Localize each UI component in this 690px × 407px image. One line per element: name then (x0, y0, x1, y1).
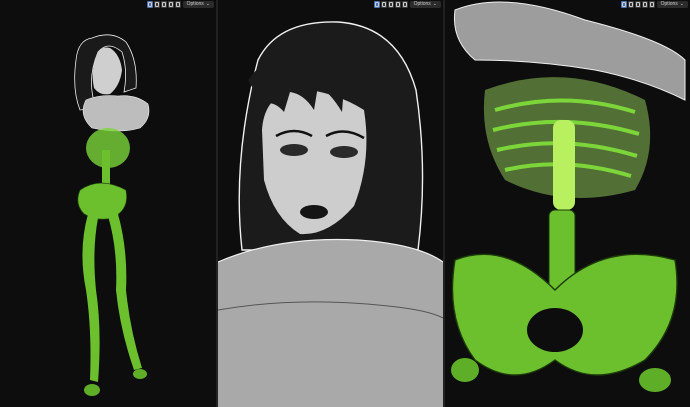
select-extend-icon[interactable] (627, 1, 634, 8)
scene-render-skeleton-closeup (451, 1, 686, 392)
select-subtract-icon[interactable] (160, 1, 167, 8)
scene-render-portrait (218, 21, 443, 407)
selection-mode-group (146, 1, 181, 8)
select-intersect-icon[interactable] (401, 1, 408, 8)
selection-mode-group (620, 1, 655, 8)
options-label: Options (660, 1, 678, 7)
chevron-down-icon: ⌄ (432, 1, 437, 7)
options-dropdown[interactable]: Options ⌄ (409, 1, 441, 8)
viewport-header: Options ⌄ (218, 0, 443, 9)
options-dropdown[interactable]: Options ⌄ (182, 1, 214, 8)
select-extend-icon[interactable] (380, 1, 387, 8)
select-intersect-icon[interactable] (648, 1, 655, 8)
select-extend-icon[interactable] (153, 1, 160, 8)
selection-mode-group (373, 1, 408, 8)
select-box-icon[interactable] (146, 1, 153, 8)
select-invert-icon[interactable] (394, 1, 401, 8)
options-dropdown[interactable]: Options ⌄ (656, 1, 688, 8)
options-label: Options (413, 1, 431, 7)
select-subtract-icon[interactable] (387, 1, 394, 8)
select-subtract-icon[interactable] (634, 1, 641, 8)
select-invert-icon[interactable] (167, 1, 174, 8)
options-label: Options (186, 1, 204, 7)
scene-render-full-body (74, 34, 150, 396)
select-box-icon[interactable] (373, 1, 380, 8)
select-box-icon[interactable] (620, 1, 627, 8)
viewport-header: Options ⌄ (0, 0, 216, 9)
select-invert-icon[interactable] (641, 1, 648, 8)
chevron-down-icon: ⌄ (205, 1, 210, 7)
chevron-down-icon: ⌄ (679, 1, 684, 7)
select-intersect-icon[interactable] (174, 1, 181, 8)
viewport-right[interactable]: Options ⌄ (445, 0, 690, 407)
viewport-left[interactable]: Options ⌄ (0, 0, 216, 407)
viewport-header: Options ⌄ (445, 0, 690, 9)
viewport-middle[interactable]: Options ⌄ (218, 0, 443, 407)
